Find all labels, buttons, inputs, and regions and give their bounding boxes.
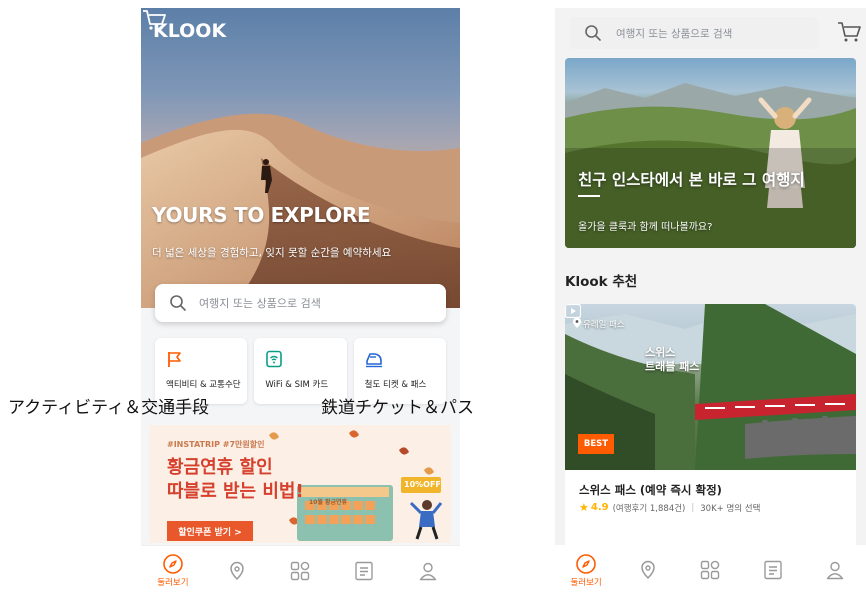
product-image: 유레일 패스 스위스 트래블 패스 BEST — [565, 304, 856, 470]
hero-subtitle: 더 넓은 세상을 경험하고, 잊지 못할 순간을 예약하세요 — [152, 247, 392, 259]
calendar-title: 10월 황금연휴 — [309, 499, 348, 506]
product-image-text: 스위스 트래블 패스 — [645, 346, 699, 374]
promo-headline-1: 황금연휴 할인 — [167, 457, 273, 478]
search-input[interactable]: 여행지 또는 상품으로 검색 — [155, 284, 446, 322]
flag-icon — [168, 352, 181, 367]
grid-icon — [291, 561, 310, 580]
user-icon — [826, 561, 844, 580]
product-name: 스위스 패스 (예약 즉시 확정) — [579, 483, 722, 497]
nav-explore[interactable]: 둘러보기 — [153, 553, 193, 588]
wifi-sim-icon — [266, 350, 283, 368]
bottom-nav: 둘러보기 — [141, 545, 460, 595]
divider: | — [691, 502, 695, 513]
overlay-line-1: 스위스 — [645, 346, 676, 359]
nav-account[interactable] — [408, 560, 448, 582]
user-icon — [419, 562, 437, 580]
search-input[interactable]: 여행지 또는 상품으로 검색 — [570, 17, 818, 49]
category-label: 철도 티켓 & 패스 — [364, 380, 427, 390]
nav-bookings[interactable] — [344, 560, 384, 582]
nav-bookings[interactable] — [753, 559, 793, 581]
location-pin-icon — [573, 317, 581, 328]
caption-rail: 鉄道チケット＆パス — [321, 398, 474, 418]
hero-banner: KLOOK YOURS TO EXPLORE 더 넓은 세상을 경험하고, 잊지… — [141, 8, 460, 308]
product-rating-row: ★ 4.9 (여행후기 1,884건) | 30K+ 명의 선택 — [579, 501, 760, 514]
promo-banner[interactable]: #INSTATRIP #7만원할인 황금연휴 할인 따블로 받는 비법! 10월… — [149, 425, 451, 543]
nav-label: 둘러보기 — [157, 578, 189, 588]
location-pin-icon — [229, 561, 244, 580]
play-icon[interactable] — [565, 304, 581, 318]
promo-hashtags: #INSTATRIP #7만원할인 — [167, 440, 265, 449]
grid-icon — [701, 560, 720, 580]
title-underline — [578, 195, 600, 197]
list-icon — [355, 561, 373, 580]
cart-icon[interactable] — [836, 20, 862, 44]
promo-headline-2: 따블로 받는 비법! — [167, 481, 304, 502]
feature-card[interactable]: 친구 인스타에서 본 바로 그 여행지 올가을 클룩과 함께 떠나볼까요? — [565, 58, 856, 248]
overlay-line-2: 트래블 패스 — [645, 360, 700, 373]
right-phone-screen: 여행지 또는 상품으로 검색 친구 인스타에서 본 바로 그 여행지 올가을 클… — [555, 8, 866, 595]
caption-activities: アクティビティ＆交通手段 — [8, 398, 210, 418]
category-label: WiFi & SIM 카드 — [265, 380, 329, 390]
nav-categories[interactable] — [280, 560, 320, 582]
search-icon — [170, 295, 186, 311]
left-phone-screen: KLOOK YOURS TO EXPLORE 더 넓은 세상을 경험하고, 잊지… — [141, 8, 460, 595]
section-title: Klook 추천 — [565, 274, 638, 290]
feature-subtitle: 올가을 클룩과 함께 떠나볼까요? — [578, 222, 713, 233]
train-icon — [365, 353, 382, 368]
best-badge: BEST — [578, 434, 614, 454]
rating-value: 4.9 — [590, 502, 609, 513]
nav-destinations[interactable] — [628, 559, 668, 581]
booked-count: 30K+ 명의 선택 — [700, 503, 761, 514]
nav-label: 둘러보기 — [570, 577, 602, 588]
review-count: (여행후기 1,884건) — [612, 503, 686, 514]
category-label: 액티비티 & 교통수단 — [166, 380, 241, 390]
search-placeholder: 여행지 또는 상품으로 검색 — [616, 27, 733, 40]
search-icon — [585, 25, 601, 41]
compass-icon — [163, 554, 183, 574]
nav-explore[interactable]: 둘러보기 — [566, 553, 606, 588]
nav-categories[interactable] — [690, 559, 730, 581]
off-tag: 10%OFF — [404, 480, 441, 489]
location-pin-icon — [641, 560, 656, 580]
product-card[interactable]: 유레일 패스 스위스 트래블 패스 BEST 스위스 패스 (예약 즉시 확정)… — [565, 304, 856, 550]
nav-account[interactable] — [815, 559, 855, 581]
desert-dune-image — [141, 113, 460, 308]
nav-destinations[interactable] — [217, 560, 257, 582]
compass-icon — [576, 553, 596, 574]
cart-icon[interactable] — [141, 8, 167, 32]
bottom-nav: 둘러보기 — [555, 545, 866, 595]
hero-title: YOURS TO EXPLORE — [152, 203, 371, 227]
list-icon — [763, 560, 782, 580]
feature-title: 친구 인스타에서 본 바로 그 여행지 — [578, 171, 805, 189]
coupon-button[interactable]: 할인쿠폰 받기 > — [167, 521, 253, 541]
search-placeholder: 여행지 또는 상품으로 검색 — [199, 297, 321, 310]
product-location: 유레일 패스 — [583, 320, 625, 330]
star-icon: ★ — [579, 501, 589, 514]
